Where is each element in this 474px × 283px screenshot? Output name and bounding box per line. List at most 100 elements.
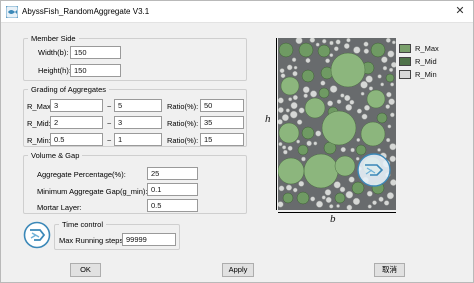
min-aggregate <box>278 97 284 104</box>
min-aggregate <box>301 156 306 162</box>
min-aggregate <box>287 145 293 151</box>
r-min-separator: ~ <box>107 136 112 145</box>
r-max-label: R_Max: <box>27 102 53 111</box>
min-aggregate <box>298 180 305 187</box>
max-aggregate <box>360 121 386 147</box>
width-input[interactable]: 150 <box>70 46 121 59</box>
cancel-button[interactable]: 取消 <box>374 263 405 277</box>
app-fish-icon <box>6 6 18 18</box>
min-gap-label: Minimum Aggregate Gap(g_min): <box>37 187 148 196</box>
min-aggregate <box>382 65 388 71</box>
min-aggregate <box>292 94 298 101</box>
width-label: Width(b): <box>38 48 69 57</box>
min-aggregate <box>381 56 388 63</box>
max-aggregate <box>278 122 300 144</box>
min-aggregate <box>389 67 394 72</box>
legend-swatch-r-mid <box>399 57 411 66</box>
min-aggregate <box>281 114 289 122</box>
min-aggregate <box>352 197 361 206</box>
window-title: AbyssFish_RandomAggregate V3.1 <box>22 7 150 16</box>
min-aggregate <box>344 94 351 102</box>
time-control-legend: Time control <box>62 220 103 229</box>
min-aggregate <box>391 40 396 45</box>
aggregate-percentage-input[interactable]: 25 <box>147 167 198 180</box>
title-bar: AbyssFish_RandomAggregate V3.1 ✕ <box>1 1 473 23</box>
max-aggregate <box>280 76 300 96</box>
mid-aggregate <box>351 181 365 195</box>
min-aggregate <box>333 181 341 189</box>
min-aggregate <box>278 119 283 125</box>
max-aggregate <box>366 89 386 109</box>
min-aggregate <box>324 189 332 196</box>
min-aggregate <box>389 155 396 163</box>
r-min-min-input[interactable]: 0.5 <box>50 133 103 146</box>
r-max-separator: ~ <box>107 102 112 111</box>
legend-label-r-mid: R_Mid <box>415 57 437 66</box>
min-aggregate <box>345 190 354 199</box>
min-aggregate <box>386 137 391 143</box>
min-aggregate <box>302 86 310 94</box>
min-aggregate <box>336 99 342 104</box>
min-aggregate <box>390 112 395 118</box>
min-gap-input[interactable]: 0.1 <box>147 183 198 196</box>
volume-gap-legend: Volume & Gap <box>31 151 80 160</box>
min-aggregate <box>387 124 392 129</box>
min-aggregate <box>282 145 287 150</box>
r-max-max-input[interactable]: 5 <box>114 99 162 112</box>
grading-legend: Grading of Aggregates <box>31 85 107 94</box>
min-aggregate <box>278 142 283 147</box>
mid-aggregate <box>297 144 309 156</box>
min-aggregate <box>286 64 293 71</box>
min-aggregate <box>346 38 351 43</box>
min-aggregate <box>353 46 361 54</box>
min-aggregate <box>386 91 392 98</box>
r-max-ratio-input[interactable]: 50 <box>200 99 244 112</box>
min-aggregate <box>285 108 290 113</box>
min-aggregate <box>360 81 368 89</box>
min-aggregate <box>349 99 355 105</box>
height-input[interactable]: 150 <box>70 64 121 77</box>
width-axis-label: b <box>330 213 336 225</box>
r-max-min-input[interactable]: 3 <box>50 99 103 112</box>
ok-button[interactable]: OK <box>70 263 101 277</box>
main-window: AbyssFish_RandomAggregate V3.1 ✕ Member … <box>0 0 474 283</box>
legend-swatch-r-min <box>399 70 411 79</box>
min-aggregate <box>383 200 390 206</box>
min-aggregate <box>310 90 318 98</box>
min-aggregate <box>388 98 395 105</box>
figure-legend: R_Max R_Mid R_Min <box>399 41 461 83</box>
max-steps-input[interactable]: 99999 <box>122 233 176 246</box>
r-min-max-input[interactable]: 1 <box>114 133 162 146</box>
min-aggregate <box>303 93 308 98</box>
min-aggregate <box>321 195 326 200</box>
min-aggregate <box>315 130 322 137</box>
apply-button[interactable]: Apply <box>222 263 254 277</box>
min-aggregate <box>378 196 384 202</box>
mid-aggregate <box>318 87 330 99</box>
min-aggregate <box>335 39 341 45</box>
min-aggregate <box>363 41 369 47</box>
min-aggregate <box>356 108 362 114</box>
min-aggregate <box>329 40 334 46</box>
mid-aggregate <box>301 126 315 140</box>
min-aggregate <box>295 38 303 45</box>
mortar-layer-input[interactable]: 0.5 <box>147 199 198 212</box>
close-icon[interactable]: ✕ <box>447 1 473 22</box>
min-aggregate <box>390 61 396 68</box>
min-aggregate <box>280 73 286 79</box>
min-aggregate <box>296 139 301 144</box>
r-mid-min-input[interactable]: 2 <box>50 116 103 129</box>
r-mid-ratio-input[interactable]: 35 <box>200 116 244 129</box>
min-aggregate <box>343 43 350 49</box>
legend-label-r-min: R_Min <box>415 70 437 79</box>
mid-aggregate <box>376 112 388 124</box>
min-aggregate <box>340 93 345 98</box>
min-aggregate <box>279 68 285 74</box>
r-min-ratio-input[interactable]: 15 <box>200 133 244 146</box>
r-mid-max-input[interactable]: 3 <box>114 116 162 129</box>
min-aggregate <box>336 204 340 208</box>
min-aggregate <box>329 204 334 209</box>
member-side-legend: Member Side <box>31 34 76 43</box>
r-min-ratio-label: Ratio(%): <box>167 136 199 145</box>
min-aggregate <box>345 104 353 111</box>
